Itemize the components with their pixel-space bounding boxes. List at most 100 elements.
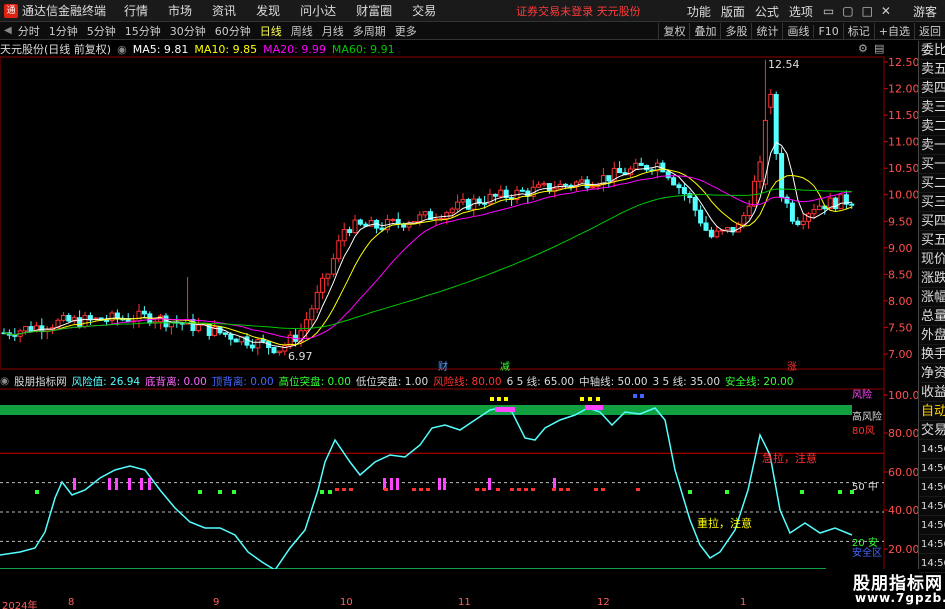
candle-body	[336, 240, 342, 260]
candle-body	[671, 177, 677, 186]
safe-signal-mark	[838, 490, 842, 494]
ma60-line	[3, 188, 852, 336]
tool-back[interactable]: 返回	[914, 23, 945, 39]
sidebar-item-income[interactable]: 收益	[919, 383, 945, 402]
date-label-9: 9	[213, 597, 220, 608]
candle-body	[444, 212, 450, 220]
candle-body	[708, 229, 714, 238]
sidebar-item-volume[interactable]: 总量	[919, 307, 945, 326]
candle-body	[260, 339, 266, 342]
price-tick-label: 7.50	[888, 321, 913, 334]
sidebar-item-outer[interactable]: 外盘	[919, 326, 945, 345]
candle-body	[109, 312, 115, 322]
sidebar-item-price[interactable]: 现价	[919, 250, 945, 269]
event-zhang-badge[interactable]: 涨	[787, 361, 797, 373]
sidebar-item-weibi[interactable]: 委比	[919, 41, 945, 60]
sidebar-item-net-asset[interactable]: 净资	[919, 364, 945, 383]
sidebar-item-buy5[interactable]: 买五	[919, 231, 945, 250]
price-tick-label: 12.00	[888, 83, 918, 96]
candle-body	[271, 347, 277, 354]
candle-body	[536, 184, 542, 188]
candle-body	[255, 339, 261, 349]
tick-time: 14:56	[919, 440, 945, 459]
candle-body	[498, 189, 504, 197]
bottom-divergence: 底背离: 0.00	[145, 375, 207, 388]
candlesticks	[1, 59, 855, 356]
safe-signal-mark	[688, 490, 692, 494]
candle-body	[703, 222, 709, 231]
candle-body	[725, 227, 731, 231]
candle-body	[163, 315, 169, 328]
sidebar-item-buy4[interactable]: 买四	[919, 212, 945, 231]
bottom-divergence-bar	[115, 478, 118, 490]
indicator-icon[interactable]: ◉	[0, 375, 9, 387]
price-tick-label: 11.00	[888, 136, 918, 149]
sidebar-item-sell4[interactable]: 卖四	[919, 79, 945, 98]
safe-signal-mark	[218, 490, 222, 494]
date-label-1: 1	[740, 597, 747, 608]
low-break: 低位突盘: 1.00	[355, 375, 429, 388]
candle-body	[357, 219, 363, 225]
high-price-label: 12.54	[768, 58, 800, 71]
candle-body	[644, 164, 650, 171]
price-tick-label: 12.50	[888, 56, 918, 69]
candle-body	[811, 209, 817, 215]
candle-body	[136, 310, 142, 322]
low-price-label: 6.97	[288, 350, 313, 363]
sidebar-item-sell2[interactable]: 卖二	[919, 117, 945, 136]
candle-body	[762, 119, 768, 185]
event-cai-badge[interactable]: 财	[438, 360, 448, 373]
candle-body	[347, 229, 353, 234]
indicator-tick-label: 100.0	[888, 389, 918, 402]
price-tick-label: 9.50	[888, 215, 913, 228]
bottom-divergence-bar	[73, 478, 76, 490]
signal-mark	[531, 488, 535, 491]
candle-body	[638, 162, 644, 166]
ma20-line	[3, 175, 852, 340]
main-chart[interactable]: 12.50 12.00 11.50 11.00 10.50 10.00 9.50 9.00 8.…	[0, 0, 918, 569]
bottom-divergence-bar	[443, 478, 446, 490]
safe-signal-mark	[328, 490, 332, 494]
sidebar-item-sell3[interactable]: 卖三	[919, 98, 945, 117]
date-label-10: 10	[340, 597, 353, 608]
sidebar-item-trade[interactable]: 交易	[919, 421, 945, 440]
tick-time: 14:56	[919, 516, 945, 535]
sidebar-item-change-pct[interactable]: 涨幅	[919, 288, 945, 307]
event-jian-badge[interactable]: 减	[500, 361, 510, 373]
sidebar-item-turnover[interactable]: 换手	[919, 345, 945, 364]
date-label-8: 8	[68, 597, 75, 608]
sidebar-item-buy3[interactable]: 买三	[919, 193, 945, 212]
signal-dot	[596, 397, 600, 401]
candle-body	[687, 193, 693, 199]
candle-body	[276, 350, 282, 354]
signal-mark	[510, 488, 514, 491]
sidebar-item-auto[interactable]: 自动	[919, 402, 945, 421]
signal-dot	[633, 394, 637, 398]
watermark: 股朋指标网 www.7gpzb.com	[845, 566, 945, 609]
sidebar-item-buy1[interactable]: 买一	[919, 155, 945, 174]
candle-body	[665, 171, 671, 179]
candle-body	[546, 183, 552, 192]
date-label-2024: 2024年	[2, 601, 38, 609]
signal-mark	[412, 488, 416, 491]
candle-body	[314, 291, 320, 310]
signal-mark	[475, 488, 479, 491]
level-50-label: 50 中	[852, 480, 878, 493]
risk-value: 风险值: 26.94	[71, 375, 141, 388]
candle-body	[222, 332, 228, 335]
sidebar-item-sell5[interactable]: 卖五	[919, 60, 945, 79]
signal-mark	[559, 488, 563, 491]
sidebar-item-sell1[interactable]: 卖一	[919, 136, 945, 155]
sidebar-item-change[interactable]: 涨跌	[919, 269, 945, 288]
candle-body	[66, 314, 72, 322]
top-divergence-marker	[505, 407, 515, 412]
candle-body	[465, 199, 471, 210]
signal-dot	[640, 394, 644, 398]
candle-body	[698, 209, 704, 224]
candle-body	[757, 161, 763, 182]
signal-mark	[601, 488, 605, 491]
risk-zone-label: 风险	[852, 388, 872, 401]
candle-body	[330, 258, 336, 275]
candle-body	[395, 218, 401, 225]
sidebar-item-buy2[interactable]: 买二	[919, 174, 945, 193]
